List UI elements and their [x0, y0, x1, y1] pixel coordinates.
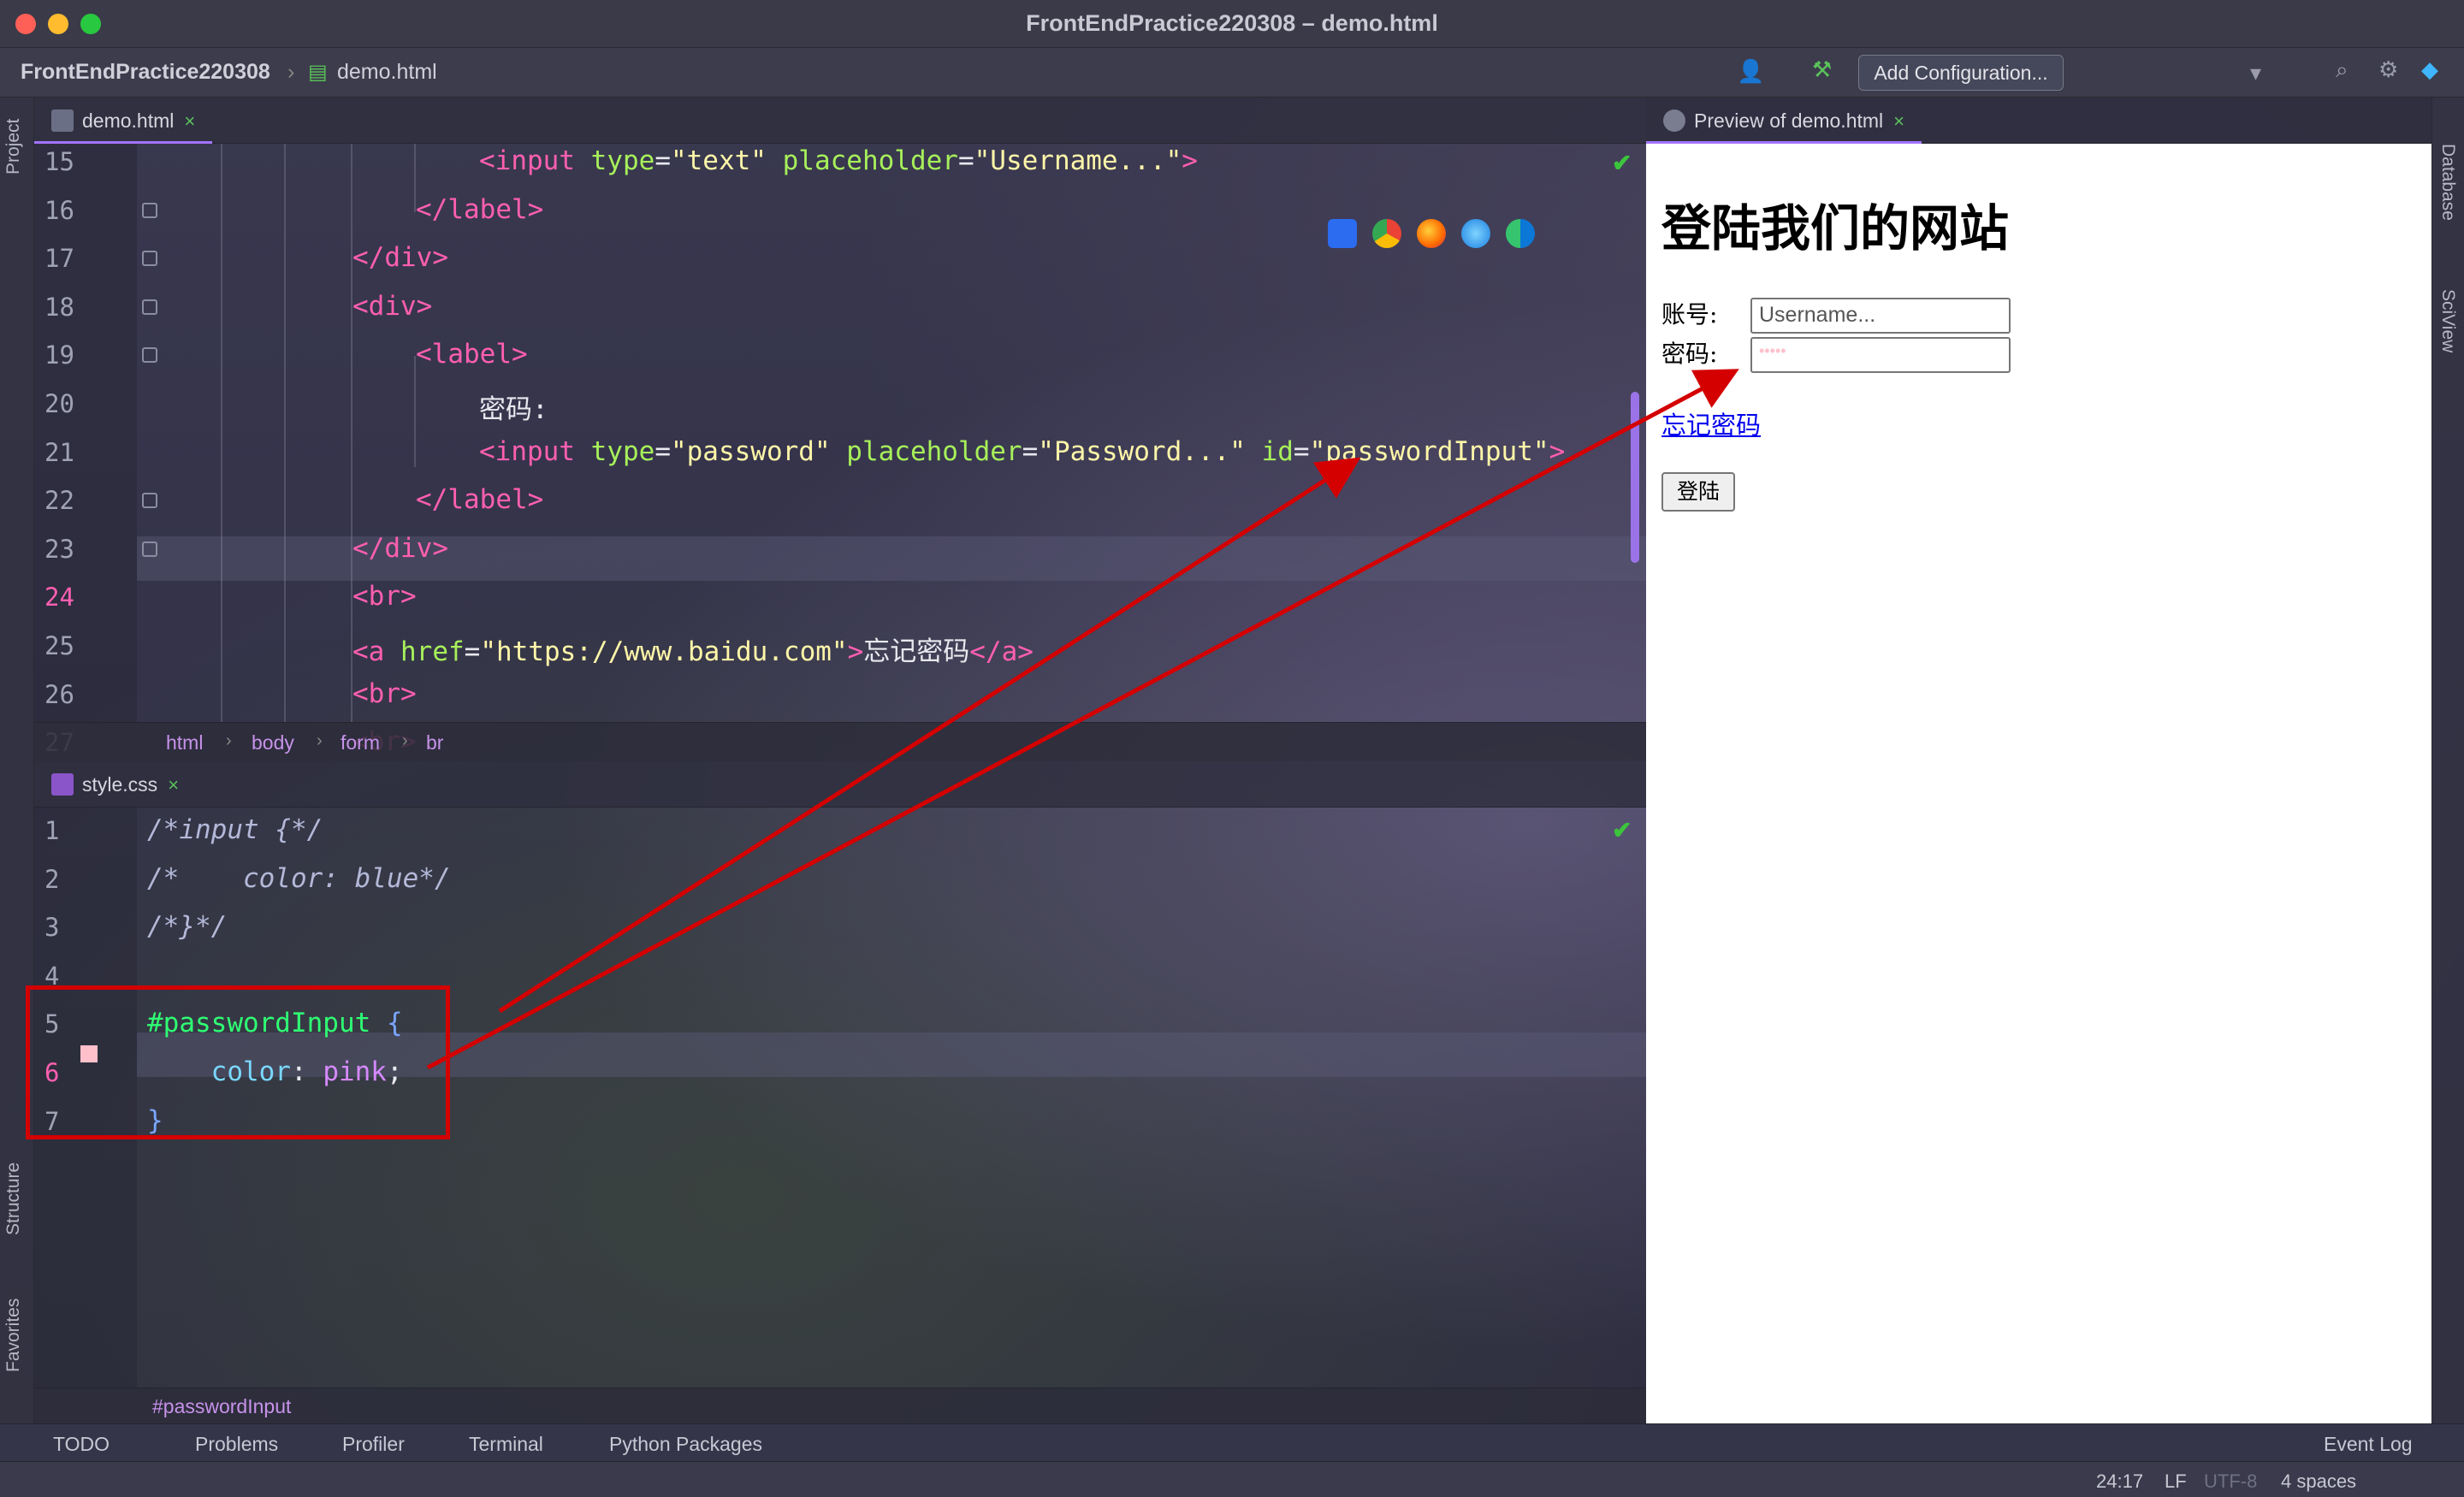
file-encoding[interactable]: UTF-8	[2204, 1470, 2257, 1493]
event-log-button[interactable]: Event Log	[2324, 1433, 2413, 1456]
arrow-to-password-id	[498, 457, 1361, 1014]
python-packages-tool-button[interactable]: Python Packages	[609, 1433, 762, 1456]
indent-setting[interactable]: 4 spaces	[2281, 1470, 2356, 1493]
ide-window: FrontEndPractice220308 – demo.html Front…	[0, 0, 2464, 1497]
annotation-arrows	[426, 369, 1739, 1070]
profiler-tool-button[interactable]: Profiler	[342, 1433, 405, 1456]
caret-position[interactable]: 24:17	[2096, 1470, 2143, 1493]
terminal-tool-button[interactable]: Terminal	[469, 1433, 543, 1456]
todo-tool-button[interactable]: TODO	[53, 1433, 110, 1456]
tool-window-bar: TODO Problems Profiler Terminal Python P…	[0, 1423, 2464, 1461]
problems-tool-button[interactable]: Problems	[195, 1433, 278, 1456]
arrow-to-password-input	[426, 369, 1739, 1070]
line-separator[interactable]: LF	[2165, 1470, 2187, 1493]
status-bar: 24:17 LF UTF-8 4 spaces	[0, 1461, 2464, 1497]
